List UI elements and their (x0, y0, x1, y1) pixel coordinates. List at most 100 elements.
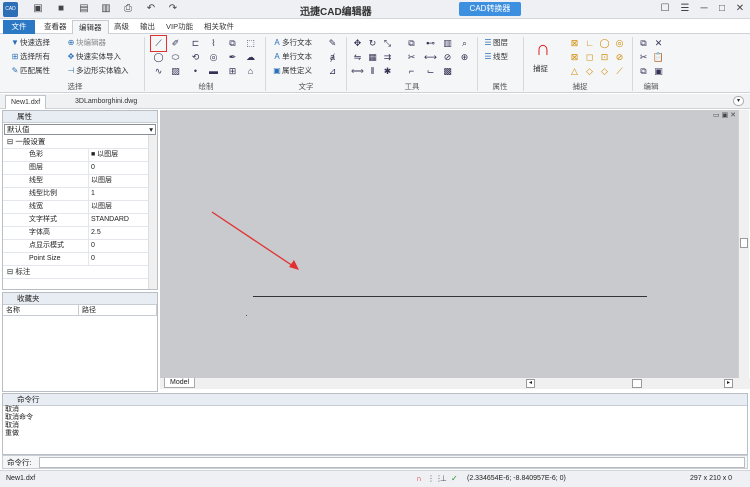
move-icon[interactable]: ✥ (351, 37, 364, 49)
save-as-icon[interactable]: ▥ (100, 3, 112, 15)
pencil-icon[interactable]: ✐ (169, 37, 182, 49)
drawing-canvas[interactable]: ▭ ▣ ✕ (160, 110, 738, 378)
polar-toggle-icon[interactable]: ✓ (451, 471, 458, 487)
snap-endpoint-icon[interactable]: ⊠ (568, 37, 581, 49)
select-all-button[interactable]: ⊞ 选择所有 (10, 51, 50, 63)
mtext-button[interactable]: A 多行文本 (272, 37, 312, 49)
join-icon[interactable]: ⊕ (458, 51, 471, 63)
snap-extension-icon[interactable]: ⟋ (613, 65, 626, 77)
block-editor-button[interactable]: ⊕ 块编辑器 (66, 37, 106, 49)
tab-advanced[interactable]: 高级 (108, 20, 135, 34)
image-icon[interactable]: ▩ (441, 65, 454, 77)
canvas-horizontal-scrollbar[interactable]: ◂ ▸ (160, 378, 750, 389)
close-icon[interactable]: ✕ (733, 2, 747, 16)
linetype-button[interactable]: ☰线型 (483, 51, 508, 63)
paste-special-icon[interactable]: ⧉ (637, 65, 650, 77)
scroll-thumb[interactable] (740, 238, 748, 248)
attribute-definition-button[interactable]: ▣属性定义 (272, 65, 312, 77)
point-icon[interactable]: • (189, 65, 202, 77)
cut-icon[interactable]: ✂ (637, 51, 650, 63)
spline-icon[interactable]: ∿ (152, 65, 165, 77)
copy-icon[interactable]: ⧉ (405, 37, 418, 49)
minimize-icon[interactable]: ─ (697, 2, 711, 16)
snap-intersection-icon[interactable]: ⊠ (568, 51, 581, 63)
single-text-button[interactable]: A 单行文本 (272, 51, 312, 63)
arc-icon[interactable]: ⟲ (189, 51, 202, 63)
snap-tangent-icon[interactable]: ◎ (613, 37, 626, 49)
snap-triangle-icon[interactable]: △ (568, 65, 581, 77)
command-input[interactable] (39, 457, 745, 468)
snap-midpoint-icon[interactable]: ◻ (583, 51, 596, 63)
snap-center-icon[interactable]: ◯ (598, 37, 611, 49)
line-tool-icon[interactable]: ⟋ (150, 35, 167, 52)
tab-file[interactable]: 文件 (3, 20, 35, 34)
tabs-dropdown-icon[interactable]: ▾ (733, 96, 744, 106)
block-insert-icon[interactable]: ⧉ (226, 37, 239, 49)
open-icon[interactable]: ■ (55, 3, 67, 15)
stretch-icon[interactable]: ⟺ (351, 65, 364, 77)
circle-icon[interactable]: ◯ (152, 51, 165, 63)
copy-clip-icon[interactable]: ⧉ (637, 37, 650, 49)
magnet-icon[interactable]: ∩ (533, 38, 553, 60)
measure-icon[interactable]: ⊷ (424, 37, 437, 49)
region-icon[interactable]: ⬚ (244, 37, 257, 49)
align-icon[interactable]: ⫴ (366, 65, 379, 77)
snap-quadrant-icon[interactable]: ◇ (583, 65, 596, 77)
quick-entity-import-button[interactable]: ✥ 快速实体导入 (66, 51, 121, 63)
match-properties-button[interactable]: ✎ 匹配属性 (10, 65, 50, 77)
paste-block-icon[interactable]: ▣ (652, 65, 665, 77)
canvas-vertical-scrollbar[interactable] (738, 110, 749, 380)
trim-icon[interactable]: ✂ (405, 51, 418, 63)
chamfer-icon[interactable]: ⌙ (424, 65, 437, 77)
polygon-entity-input-button[interactable]: ⊣ 多边形实体输入 (66, 65, 129, 77)
group-general[interactable]: ⊟ 一般设置 (3, 136, 157, 149)
print-icon[interactable]: ⎙ (122, 3, 134, 15)
scale-icon[interactable]: ⤡ (381, 37, 394, 49)
wipeout-icon[interactable]: ⌂ (244, 65, 257, 77)
tab-vip[interactable]: VIP功能 (160, 20, 199, 34)
property-row[interactable]: 线型 以图层 (3, 175, 157, 188)
donut-icon[interactable]: ◎ (207, 51, 220, 63)
properties-selector[interactable]: 默认值 ▾ (4, 124, 156, 135)
cloud-icon[interactable]: ☁ (244, 51, 257, 63)
scroll-left-icon[interactable]: ◂ (526, 379, 535, 388)
text-style-icon[interactable]: ✎ (326, 37, 339, 49)
chat-icon[interactable]: ☐ (658, 2, 672, 16)
new-icon[interactable]: ▣ (32, 3, 44, 15)
paste-icon[interactable]: 📋 (652, 51, 665, 63)
property-row[interactable]: 线宽 以图层 (3, 201, 157, 214)
break-icon[interactable]: ⊘ (441, 51, 454, 63)
properties-scrollbar[interactable] (148, 135, 157, 289)
property-row[interactable]: 字体高 2.5 (3, 227, 157, 240)
text-find-icon[interactable]: ⱥ (326, 51, 339, 63)
marker-icon[interactable]: ✒ (226, 51, 239, 63)
menu-icon[interactable]: ☰ (678, 2, 692, 16)
cad-converter-button[interactable]: CAD转换器 (459, 2, 521, 16)
model-tab[interactable]: Model (164, 378, 196, 388)
maximize-icon[interactable]: □ (715, 2, 729, 16)
gradient-icon[interactable]: ▬ (207, 65, 220, 77)
rotate-icon[interactable]: ↻ (366, 37, 379, 49)
mirror-icon[interactable]: ⇋ (351, 51, 364, 63)
tab-related[interactable]: 相关软件 (198, 20, 240, 34)
viewport-controls-icon[interactable]: ▭ ▣ ✕ (713, 111, 736, 119)
hatch-icon[interactable]: ▨ (169, 65, 182, 77)
tab-editor[interactable]: 编辑器 (72, 20, 109, 34)
tab-viewer[interactable]: 查看器 (38, 20, 73, 34)
property-row[interactable]: 文字样式 STANDARD (3, 214, 157, 227)
property-row[interactable]: 线型比例 1 (3, 188, 157, 201)
extend-icon[interactable]: ⟷ (424, 51, 437, 63)
redo-icon[interactable]: ↷ (167, 3, 179, 15)
drawn-line[interactable] (253, 296, 647, 297)
quick-select-button[interactable]: ▼快速选择 (10, 37, 50, 49)
polyline-icon[interactable]: ⌇ (207, 37, 220, 49)
column-path[interactable]: 路径 (79, 305, 157, 315)
layer-button[interactable]: ☰图层 (483, 37, 508, 49)
column-name[interactable]: 名称 (3, 305, 79, 315)
table-icon[interactable]: ⊞ (226, 65, 239, 77)
dim-icon[interactable]: ▥ (441, 37, 454, 49)
ortho-toggle-icon[interactable]: ⊥ (440, 471, 447, 487)
fillet-icon[interactable]: ⌐ (405, 65, 418, 77)
property-row[interactable]: 色彩 ■ 以图层 (3, 149, 157, 162)
undo-icon[interactable]: ↶ (145, 3, 157, 15)
